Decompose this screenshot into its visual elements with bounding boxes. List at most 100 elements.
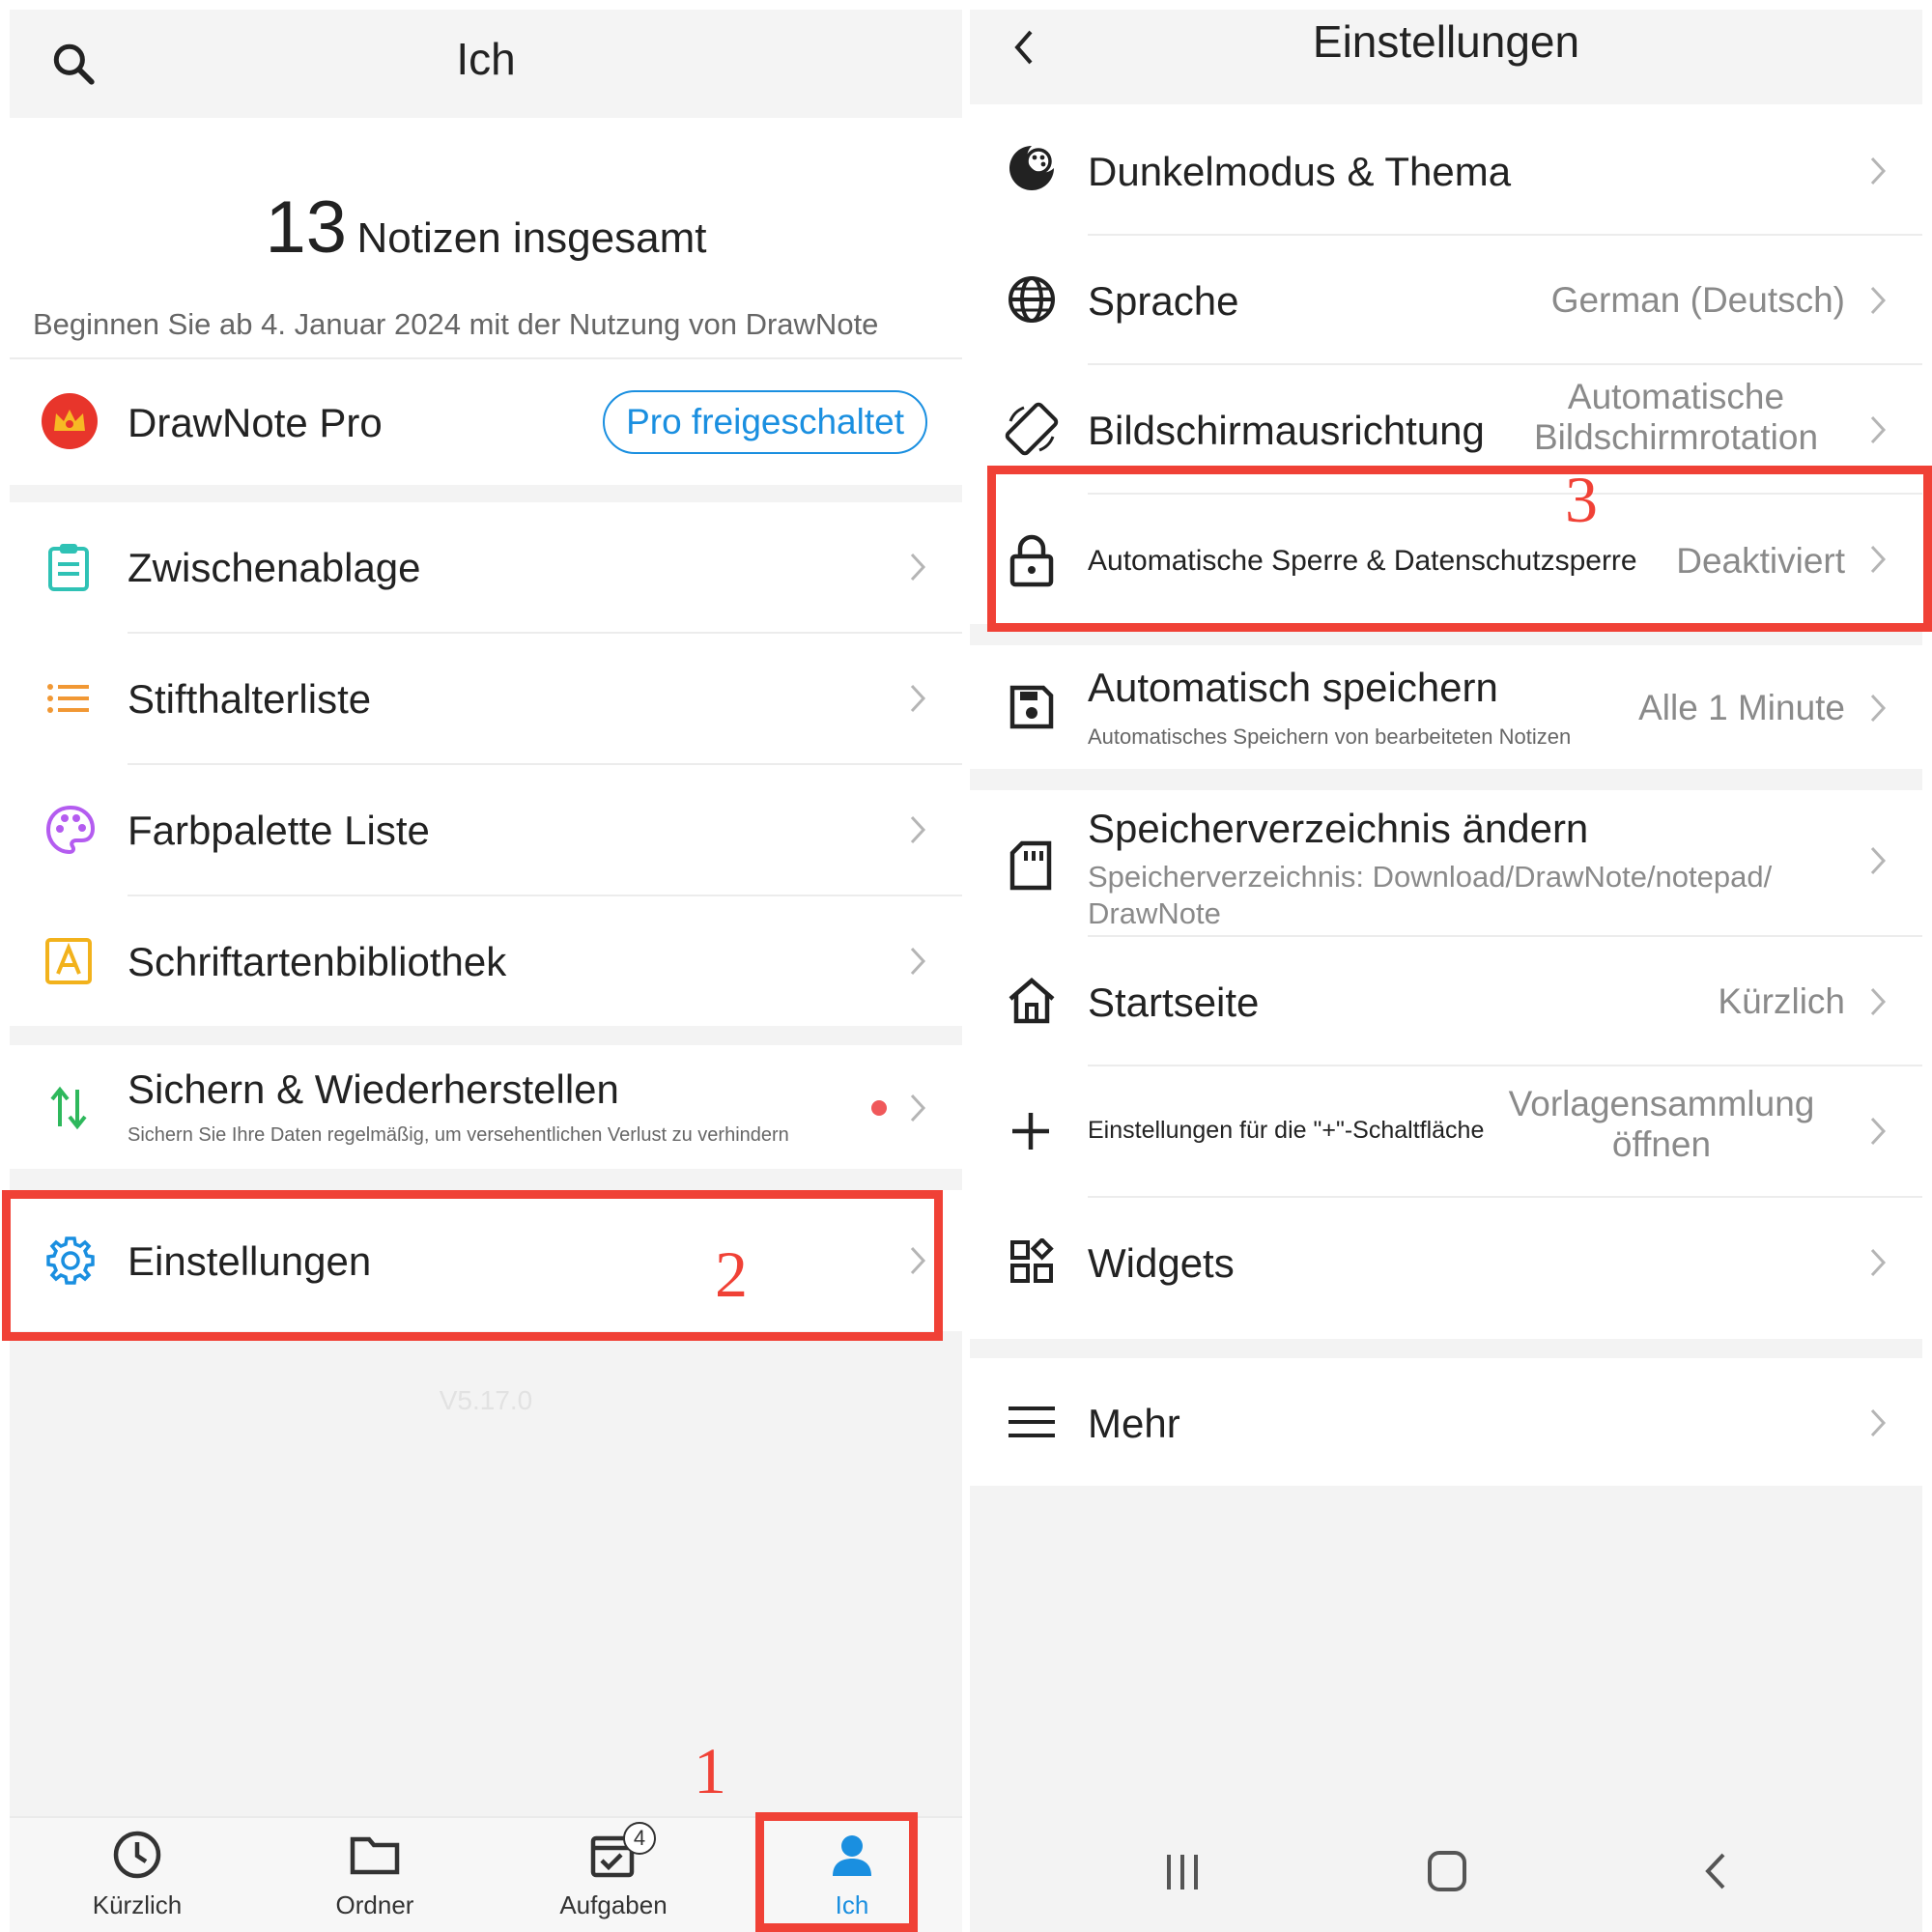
auto-save-interval-value: Alle 1 Minute <box>1638 688 1845 727</box>
crown-icon <box>41 392 99 450</box>
pro-unlocked-badge[interactable]: Pro freigeschaltet <box>603 390 927 454</box>
chevron-right-icon <box>1868 1246 1888 1284</box>
annotation-number-2: 2 <box>715 1237 748 1311</box>
widgets-label: Widgets <box>1088 1240 1235 1286</box>
settings-header: Einstellungen <box>970 10 1922 104</box>
screen-orientation-label: Bildschirmausrichtung <box>1088 408 1485 453</box>
back-button-icon[interactable] <box>1700 1849 1729 1898</box>
start-page-value: Kürzlich <box>1718 981 1845 1021</box>
usage-since-text: Beginnen Sie ab 4. Januar 2024 mit der N… <box>33 307 879 341</box>
backup-restore-hint: Sichern Sie Ihre Daten regelmäßig, um ve… <box>128 1124 789 1146</box>
backup-restore-label: Sichern & Wiederherstellen <box>128 1066 619 1112</box>
dark-mode-theme-row[interactable]: Dunkelmodus & Thema <box>970 104 1922 234</box>
pen-holder-list-row[interactable]: Stifthalterliste <box>10 634 962 763</box>
widgets-row[interactable]: Widgets <box>970 1198 1922 1327</box>
drawnote-pro-row[interactable]: DrawNote Pro Pro freigeschaltet <box>10 361 962 483</box>
sync-arrows-icon <box>44 1084 93 1132</box>
more-label: Mehr <box>1088 1401 1180 1446</box>
chevron-right-icon <box>908 1092 927 1129</box>
start-page-row[interactable]: Startseite Kürzlich <box>970 937 1922 1065</box>
annotation-number-1: 1 <box>694 1734 726 1807</box>
settings-group-more: Mehr <box>970 1358 1922 1486</box>
settings-group-storage: Speicherverzeichnis ändern Speicherverze… <box>970 790 1922 1339</box>
color-palette-label: Farbpalette Liste <box>128 808 430 853</box>
task-count-badge: 4 <box>623 1822 656 1855</box>
pen-holder-list-label: Stifthalterliste <box>128 676 372 722</box>
dark-mode-theme-label: Dunkelmodus & Thema <box>1088 149 1512 194</box>
plus-icon <box>1009 1109 1053 1153</box>
menu-icon <box>1007 1401 1057 1443</box>
palette-icon <box>44 804 97 856</box>
font-library-label: Schriftartenbibliothek <box>128 939 507 984</box>
clipboard-icon <box>44 541 93 593</box>
storage-path-line1: Speicherverzeichnis: Download/DrawNote/n… <box>1088 860 1773 894</box>
list-icon <box>44 674 93 723</box>
clock-icon <box>110 1831 164 1886</box>
auto-save-label: Automatisch speichern <box>1088 665 1498 710</box>
plus-button-value-line2: öffnen <box>1611 1124 1712 1164</box>
settings-group-autosave: Automatisch speichern Automatisches Spei… <box>970 645 1922 769</box>
screen-rotation-icon <box>1003 400 1061 458</box>
font-icon <box>44 937 93 985</box>
auto-save-row[interactable]: Automatisch speichern Automatisches Spei… <box>970 645 1922 769</box>
annotation-box-me-tab <box>755 1812 918 1932</box>
start-page-label: Startseite <box>1088 980 1260 1025</box>
theme-icon <box>1007 143 1057 193</box>
nav-label: Kürzlich <box>92 1890 183 1919</box>
chevron-right-icon <box>908 945 927 982</box>
language-value: German (Deutsch) <box>1550 280 1845 320</box>
app-version: V5.17.0 <box>439 1385 533 1415</box>
nav-tab-recent[interactable]: Kürzlich <box>60 1828 214 1920</box>
nav-label: Ordner <box>335 1890 414 1919</box>
notification-dot <box>871 1100 887 1116</box>
globe-icon <box>1007 274 1057 325</box>
chevron-right-icon <box>1868 844 1888 882</box>
screen-orientation-value-line1: Automatische <box>1567 377 1785 416</box>
page-title: Ich <box>456 34 516 84</box>
plus-button-settings-label: Einstellungen für die "+"-Schaltfläche <box>1088 1117 1485 1144</box>
clipboard-row[interactable]: Zwischenablage <box>10 502 962 632</box>
backup-card: Sichern & Wiederherstellen Sichern Sie I… <box>10 1045 962 1169</box>
widgets-icon <box>1009 1238 1055 1285</box>
settings-screen: Einstellungen Dunkelmodus & Thema Sprach… <box>970 10 1922 1932</box>
annotation-number-3: 3 <box>1565 463 1598 536</box>
annotation-box-settings <box>2 1190 943 1341</box>
chevron-right-icon <box>1868 284 1888 322</box>
screen-orientation-value-line2: Bildschirmrotation <box>1533 417 1819 457</box>
home-button-icon[interactable] <box>1426 1849 1468 1898</box>
language-row[interactable]: Sprache German (Deutsch) <box>970 236 1922 363</box>
drawnote-pro-label: DrawNote Pro <box>128 400 383 445</box>
annotation-box-auto-lock <box>987 466 1932 632</box>
plus-button-settings-row[interactable]: Einstellungen für die "+"-Schaltfläche V… <box>970 1066 1922 1196</box>
system-navigation-bar <box>970 1816 1922 1932</box>
nav-tab-tasks[interactable]: 4 Aufgaben <box>536 1822 691 1920</box>
more-row[interactable]: Mehr <box>970 1358 1922 1486</box>
recent-apps-icon[interactable] <box>1163 1851 1202 1898</box>
chevron-right-icon <box>1868 692 1888 729</box>
chevron-right-icon <box>1868 413 1888 451</box>
plus-button-value-line1: Vorlagensammlung <box>1508 1084 1815 1123</box>
chevron-right-icon <box>908 682 927 720</box>
font-library-row[interactable]: Schriftartenbibliothek <box>10 896 962 1026</box>
color-palette-row[interactable]: Farbpalette Liste <box>10 765 962 895</box>
sd-card-icon <box>1009 840 1053 891</box>
chevron-right-icon <box>908 551 927 588</box>
tools-list-card: Zwischenablage Stifthalterliste Farbpale… <box>10 502 962 1026</box>
change-storage-directory-row[interactable]: Speicherverzeichnis ändern Speicherverze… <box>970 790 1922 935</box>
note-count: 13 Notizen insgesamt <box>265 186 707 269</box>
task-calendar-icon: 4 <box>586 1822 656 1887</box>
chevron-right-icon <box>1868 155 1888 192</box>
save-icon <box>1009 684 1055 730</box>
home-icon <box>1007 976 1057 1026</box>
clipboard-label: Zwischenablage <box>128 545 421 590</box>
auto-save-hint: Automatisches Speichern von bearbeiteten… <box>1088 724 1572 749</box>
chevron-right-icon <box>1868 1115 1888 1152</box>
nav-tab-folder[interactable]: Ordner <box>298 1828 452 1920</box>
storage-path-line2: DrawNote <box>1088 896 1221 930</box>
language-label: Sprache <box>1088 278 1239 324</box>
profile-screen: Ich 13 Notizen insgesamt Beginnen Sie ab… <box>10 10 962 1932</box>
folder-icon <box>348 1836 402 1886</box>
chevron-right-icon <box>908 813 927 851</box>
backup-restore-row[interactable]: Sichern & Wiederherstellen Sichern Sie I… <box>10 1045 962 1169</box>
chevron-right-icon <box>1868 985 1888 1023</box>
